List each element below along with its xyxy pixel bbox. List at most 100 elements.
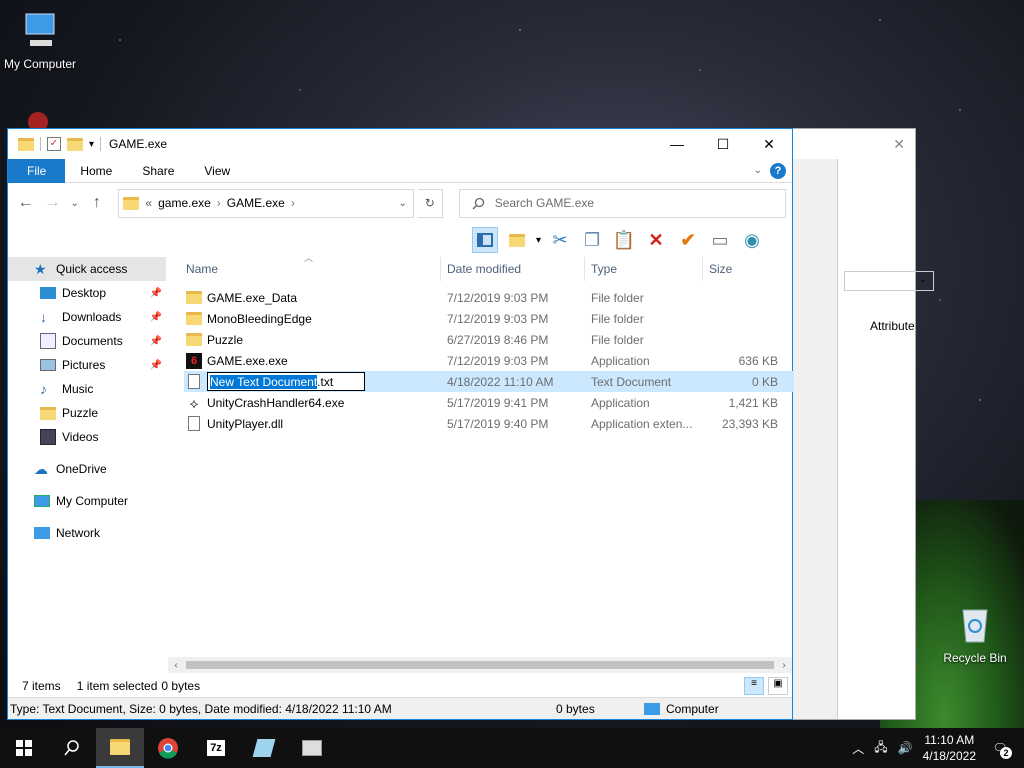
taskbar: 7z ︿ 🖧 🔊 11:10 AM 4/18/2022 🗨 2 [0,728,1024,768]
open-folder-icon[interactable] [504,227,530,253]
app-taskbar-button[interactable] [288,728,336,768]
customize-dropdown-icon[interactable]: ▾ [89,139,94,150]
file-explorer-taskbar-button[interactable] [96,728,144,768]
forward-arrow-icon[interactable]: → [41,194,64,212]
sidebar-item-videos[interactable]: Videos [8,425,166,449]
pin-icon[interactable]: 📌 [150,336,162,347]
sidebar-item-network[interactable]: Network [8,521,166,545]
details-bar: Type: Text Document, Size: 0 bytes, Date… [8,697,792,719]
chevron-up-icon[interactable]: ︿ [852,740,864,757]
column-header-size[interactable]: Size [703,257,781,281]
dropdown-icon[interactable]: ▾ [536,235,541,246]
details-location: Computer [644,702,719,716]
breadcrumb-game-exe-folder[interactable]: GAME.exe [227,196,285,210]
delete-icon[interactable]: ✕ [643,227,669,253]
close-button[interactable]: ✕ [746,129,792,159]
check-icon[interactable]: ✔ [675,227,701,253]
address-bar[interactable]: « game.exe › GAME.exe › ⌄ [118,188,414,218]
preview-pane-icon[interactable] [472,227,498,253]
sidebar-item-quick-access[interactable]: ★ Quick access [8,257,166,281]
file-explorer-icon [110,739,130,755]
search-input[interactable]: Search GAME.exe [495,196,594,210]
up-arrow-icon[interactable]: ↑ [85,194,108,212]
search-box[interactable]: Search GAME.exe [458,188,786,218]
volume-icon[interactable]: 🔊 [898,741,913,755]
refresh-button[interactable]: ↻ [417,188,443,218]
table-row[interactable]: 6 GAME.exe.exe 7/12/2019 9:03 PM Applicat… [184,350,794,371]
minimize-button[interactable]: — [654,129,700,159]
help-button[interactable]: ? [770,162,786,179]
horizontal-scrollbar[interactable]: ‹ › [168,657,792,673]
table-row[interactable]: MonoBleedingEdge 7/12/2019 9:03 PM File … [184,308,794,329]
new-folder-icon[interactable] [67,137,83,151]
game-exe-icon: 6 [186,352,202,369]
computer-icon [25,13,55,46]
sidebar-item-puzzle[interactable]: Puzzle [8,401,166,425]
7zip-taskbar-button[interactable]: 7z [192,728,240,768]
table-row[interactable]: ⟡ UnityCrashHandler64.exe 5/17/2019 9:41 … [184,392,794,413]
large-icons-view-icon[interactable]: ▣ [768,677,788,695]
table-row[interactable]: UnityPlayer.dll 5/17/2019 9:40 PM Applic… [184,413,794,434]
notifications-button[interactable]: 🗨 2 [986,741,1014,759]
notepad-taskbar-button[interactable] [240,728,288,768]
shell-icon[interactable]: ◉ [739,227,765,253]
folder-icon [123,196,140,210]
pictures-icon [40,359,56,371]
chrome-icon [158,738,178,759]
clock[interactable]: 11:10 AM 4/18/2022 [923,732,976,764]
rename-input[interactable]: New Text Document .txt [207,372,365,391]
maximize-button[interactable]: ☐ [700,129,746,159]
tab-share[interactable]: Share [127,159,189,183]
pin-icon[interactable]: 📌 [150,288,162,299]
breadcrumb-separator[interactable]: › [291,196,295,210]
properties-icon[interactable]: ✓ [47,137,61,151]
sidebar-item-downloads[interactable]: ↓ Downloads 📌 [8,305,166,329]
desktop-icon-recycle-bin[interactable]: Recycle Bin [935,604,1015,665]
expand-ribbon-icon[interactable]: ⌄ [754,165,762,176]
tab-home[interactable]: Home [65,159,127,183]
tab-view[interactable]: View [189,159,245,183]
divider [100,137,102,151]
bg-close-icon[interactable]: ✕ [893,136,905,153]
breadcrumb-game-exe[interactable]: game.exe [158,196,211,210]
cut-icon[interactable]: ✂ [547,227,573,253]
divider [40,137,41,151]
column-header-date[interactable]: Date modified [441,257,585,281]
folder-icon [40,406,56,420]
sidebar-item-onedrive[interactable]: ☁ OneDrive [8,457,166,481]
scroll-thumb[interactable] [186,661,774,669]
sidebar-item-documents[interactable]: Documents 📌 [8,329,166,353]
chrome-taskbar-button[interactable] [144,728,192,768]
details-view-icon[interactable]: ≡ [744,677,764,695]
pin-icon[interactable]: 📌 [150,360,162,371]
pin-icon[interactable]: 📌 [150,312,162,323]
bg-dropdown[interactable]: ⌄ [844,271,934,291]
address-dropdown-icon[interactable]: ⌄ [393,198,413,209]
scroll-left-icon[interactable]: ‹ [168,660,184,671]
breadcrumb-separator[interactable]: › [217,196,221,210]
paste-icon[interactable]: 📋 [611,227,637,253]
table-row[interactable]: GAME.exe_Data 7/12/2019 9:03 PM File fol… [184,287,794,308]
network-icon [34,527,50,539]
column-headers: ︿ Name Date modified Type Size [184,253,794,281]
scroll-right-icon[interactable]: › [776,660,792,671]
back-arrow-icon[interactable]: ← [14,194,37,212]
table-row-selected[interactable]: New Text Document .txt 4/18/2022 11:10 AM… [184,371,794,392]
file-explorer-window: ✓ ▾ GAME.exe — ☐ ✕ File Home Share View … [7,128,794,720]
app-shortcut-icon[interactable] [18,108,58,132]
network-status-icon[interactable]: 🖧 [874,738,887,759]
tab-file[interactable]: File [8,158,66,183]
start-button[interactable] [0,728,48,768]
sidebar-item-pictures[interactable]: Pictures 📌 [8,353,166,377]
desktop-icon-my-computer[interactable]: My Computer [0,10,80,71]
sidebar-item-desktop[interactable]: Desktop 📌 [8,281,166,305]
sidebar-item-my-computer[interactable]: My Computer [8,489,166,513]
search-button[interactable] [48,728,96,768]
rename-icon[interactable]: ▭ [707,227,733,253]
recent-locations-icon[interactable]: ⌄ [68,198,81,209]
table-row[interactable]: Puzzle 6/27/2019 8:46 PM File folder [184,329,794,350]
column-header-type[interactable]: Type [585,257,703,281]
copy-icon[interactable]: ❐ [579,227,605,253]
breadcrumb-overflow[interactable]: « [145,196,152,210]
sidebar-item-music[interactable]: ♪ Music [8,377,166,401]
